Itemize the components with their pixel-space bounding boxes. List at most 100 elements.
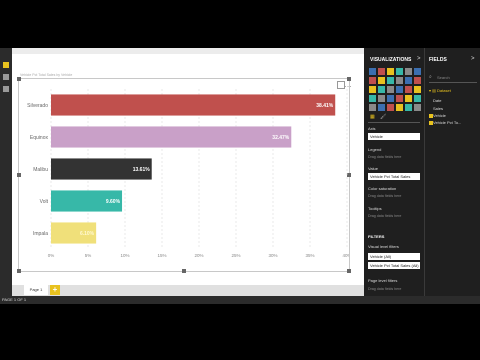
data-label: 38.41% [316,103,334,109]
visual-type-icon[interactable] [369,86,376,93]
search-icon: ⌕ [429,74,432,80]
chart-svg: 0% 5% 10% 15% 20% 25% 30% 35% 40% Silverado 38.41%… [27,89,349,258]
filters-title: FILTERS [368,234,385,239]
collapse-fields-chevron-icon[interactable]: > [471,56,475,62]
visual-type-icon[interactable] [387,104,394,111]
visual-type-icon[interactable] [405,68,412,75]
data-label: 6.10% [80,231,95,237]
fields-title: FIELDS [429,57,447,63]
category-label: Malibu [33,167,48,173]
left-view-rail [0,48,12,296]
status-bar: PAGE 1 OF 1 [0,296,480,304]
collapse-viz-chevron-icon[interactable]: > [417,56,421,62]
tab-page-1[interactable]: Page 1 [24,285,48,295]
visual-type-icon[interactable] [378,95,385,102]
category-label: Silverado [27,103,48,109]
report-view-icon[interactable] [3,62,9,68]
field-item[interactable]: Vehicle Pct To... [433,120,461,125]
visual-type-icon[interactable] [405,104,412,111]
value-label: Value [368,166,378,171]
visualizations-title: VISUALIZATIONS [370,57,412,63]
visual-type-icon[interactable] [396,68,403,75]
visual-type-icon[interactable] [378,86,385,93]
legend-label: Legend [368,147,382,152]
visual-level-filters-label: Visual level filters [368,244,399,249]
field-item[interactable]: Sales [433,106,443,111]
axis-label: Axis [368,126,376,131]
bar-chart-visual[interactable]: … 0%5%10%15%20%25%30%35%40%Silverado38.4… [17,77,352,273]
field-item[interactable]: Date [433,98,441,103]
x-tick-label: 5% [85,253,92,258]
visual-title: Vehicle Pct Total Sales by Vehicle [20,73,73,77]
status-text: PAGE 1 OF 1 [2,297,27,302]
data-label: 13.61% [133,167,151,173]
data-view-icon[interactable] [3,74,9,80]
visual-type-icon[interactable] [414,86,421,93]
x-tick-label: 20% [194,253,203,258]
field-label: Sales [433,106,444,111]
category-label: Impala [33,231,48,237]
fields-search-box[interactable]: ⌕ Search [429,74,477,83]
page-level-drop[interactable]: Drag data fields here [368,287,401,291]
data-label: 9.60% [106,199,121,205]
filter-item[interactable]: Vehicle Pct Total Sales (All) [368,262,420,269]
tooltips-drop[interactable]: Drag data fields here [368,214,401,218]
visual-type-icon[interactable] [396,104,403,111]
bar-silverado[interactable] [51,94,336,116]
visual-type-icon[interactable] [414,104,421,111]
visual-type-icon[interactable] [369,77,376,84]
page-level-filters-label: Page level filters [368,278,398,283]
visual-type-icon[interactable] [369,68,376,75]
legend-drop[interactable]: Drag data fields here [368,155,401,159]
field-label: Date [433,98,442,103]
format-tab-icon[interactable]: 🖌 [380,114,386,120]
axis-well[interactable]: Vehicle [368,133,420,140]
relationships-view-icon[interactable] [3,86,9,92]
value-well[interactable]: Vehicle Pct Total Sales [368,173,420,180]
filter-item-label: Vehicle (All) [370,254,392,259]
visual-type-icon[interactable] [405,95,412,102]
visual-type-icon[interactable] [387,68,394,75]
table-dataset[interactable]: ▾ ▤ Dataset [429,88,451,93]
visual-type-icon[interactable] [396,95,403,102]
x-tick-label: 15% [157,253,166,258]
visual-type-icon[interactable] [414,95,421,102]
tooltips-label: Tooltips [368,206,382,211]
page-tabs-bar: Page 1 + [12,285,364,296]
data-label: 32.47% [272,135,290,141]
visual-type-icon[interactable] [396,86,403,93]
filter-item[interactable]: Vehicle (All) [368,253,420,260]
visual-type-icon[interactable] [396,77,403,84]
search-placeholder: Search [437,75,450,80]
bar-equinox[interactable] [51,126,292,148]
visual-type-icon[interactable] [378,68,385,75]
value-field: Vehicle Pct Total Sales [370,174,411,179]
report-canvas[interactable]: Vehicle Pct Total Sales by Vehicle … 0% 5… [12,54,364,285]
fields-tab-icon[interactable]: ▦ [370,114,375,120]
x-tick-label: 0% [48,253,55,258]
visual-type-icon[interactable] [369,104,376,111]
visualizations-pane: VISUALIZATIONS > ▦ 🖌 Axis Vehicle Legend… [364,48,424,296]
visual-type-icon[interactable] [405,86,412,93]
visual-type-icon[interactable] [387,95,394,102]
add-page-button[interactable]: + [50,285,60,295]
fields-pane: FIELDS > ⌕ Search ▾ ▤ Dataset Date Sales… [424,48,480,296]
category-label: Equinox [30,135,49,141]
visual-type-icon[interactable] [387,77,394,84]
filter-item-label: Vehicle Pct Total Sales (All) [370,263,419,268]
visual-type-icon[interactable] [387,86,394,93]
visual-type-icon[interactable] [405,77,412,84]
x-tick-label: 30% [268,253,277,258]
visual-type-icon[interactable] [369,95,376,102]
color-saturation-drop[interactable]: Drag data fields here [368,194,401,198]
x-tick-label: 10% [120,253,129,258]
visual-type-icon[interactable] [414,77,421,84]
field-label: Vehicle [433,113,446,118]
table-name: Dataset [437,88,451,93]
app-window: Vehicle Pct Total Sales by Vehicle … 0% 5… [0,48,480,304]
field-item[interactable]: Vehicle [433,113,446,118]
visual-type-icon[interactable] [378,104,385,111]
visual-type-icon[interactable] [414,68,421,75]
x-tick-label: 40% [342,253,349,258]
visual-type-icon[interactable] [378,77,385,84]
